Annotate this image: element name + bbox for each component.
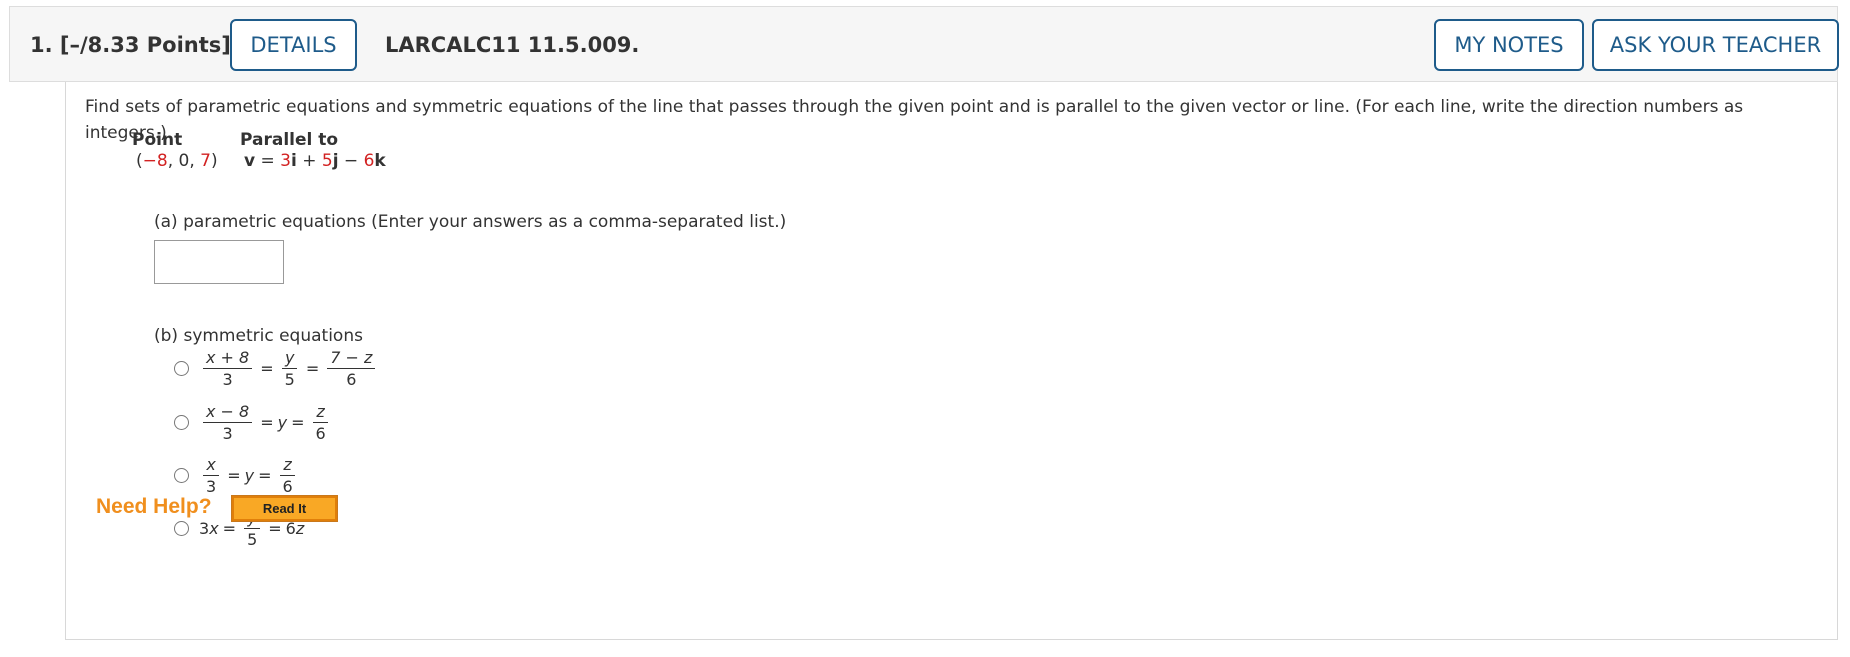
denominator: 6 [282,477,293,496]
numerator: x + 8 [203,348,253,369]
point-x: −8 [142,151,168,171]
fraction: x3 [203,455,219,496]
numerator: x [203,455,219,476]
middle-term: y [244,466,255,485]
symmetric-option-1[interactable]: x + 83 = y5 = 7 − z6 [174,348,379,389]
parametric-equations-input[interactable] [154,240,284,284]
vector-equals: = [255,151,281,171]
fraction: y5 [282,348,298,389]
part-b-label: (b) symmetric equations [154,326,363,346]
equals-sign: = [258,466,272,485]
equals-sign: = [227,466,241,485]
denominator: 3 [222,370,233,389]
vector-plus: + [296,151,322,171]
unit-k: k [374,151,386,171]
point-open-paren: ( [136,151,143,171]
symmetric-option-2[interactable]: x − 83 = y = z6 [174,402,333,443]
option-equation: x3 = y = z6 [199,455,300,496]
given-vector: v = 3i + 5j − 6k [244,151,386,171]
denominator: 5 [247,530,258,549]
point-header: Point [132,130,183,150]
question-number-points: 1. [–/8.33 Points] [30,33,231,57]
problem-code: LARCALC11 11.5.009. [385,33,640,57]
rhs-variable: z [295,519,305,538]
option-equation: x − 83 = y = z6 [199,402,333,443]
numerator: 7 − z [327,348,376,369]
vector-minus: − [338,151,364,171]
question-header: 1. [–/8.33 Points] DETAILS LARCALC11 11.… [9,6,1839,82]
numerator: y [282,348,298,369]
part-a-label: (a) parametric equations (Enter your ans… [154,212,787,232]
equals-sign: = [222,519,237,538]
parallel-to-header: Parallel to [240,130,339,150]
radio-button[interactable] [174,521,189,536]
equals-sign: = [260,413,274,432]
denominator: 3 [206,477,217,496]
read-it-button[interactable]: Read It [231,495,338,522]
ask-your-teacher-button[interactable]: ASK YOUR TEACHER [1592,19,1839,71]
fraction: z6 [279,455,295,496]
equals-sign: = [260,359,274,378]
numerator: x − 8 [203,402,253,423]
my-notes-button[interactable]: MY NOTES [1434,19,1584,71]
vector-coef-j: 5 [321,151,333,171]
denominator: 5 [284,370,295,389]
middle-term: y [277,413,288,432]
vector-v: v [244,151,256,171]
vector-coef-i: 3 [280,151,291,171]
symmetric-option-3[interactable]: x3 = y = z6 [174,455,300,496]
point-y: 0 [178,151,190,171]
point-close-paren: ) [210,151,218,171]
lhs-coefficient: 3 [199,519,210,538]
fraction: z6 [313,402,329,443]
point-z: 7 [200,151,211,171]
numerator: z [313,402,328,423]
option-equation: x + 83 = y5 = 7 − z6 [199,348,379,389]
need-help-label: Need Help? [96,495,212,518]
details-button[interactable]: DETAILS [230,19,357,71]
vector-coef-k: 6 [363,151,375,171]
lhs-variable: x [209,519,219,538]
radio-button[interactable] [174,468,189,483]
numerator: z [280,455,295,476]
given-point: (−8, 0, 7) [136,151,218,171]
rhs-coefficient: 6 [285,519,296,538]
question-prompt: Find sets of parametric equations and sy… [85,97,1744,143]
point-sep-1: , [167,151,179,171]
equals-sign: = [305,359,320,378]
question-body: Find sets of parametric equations and sy… [65,82,1838,640]
denominator: 6 [315,424,326,443]
equals-sign: = [291,413,305,432]
radio-button[interactable] [174,361,189,376]
denominator: 6 [346,370,357,389]
equals-sign: = [268,519,282,538]
radio-button[interactable] [174,415,189,430]
fraction: x + 83 [203,348,253,389]
denominator: 3 [222,424,233,443]
fraction: x − 83 [203,402,253,443]
point-sep-2: , [189,151,201,171]
fraction: 7 − z6 [327,348,376,389]
